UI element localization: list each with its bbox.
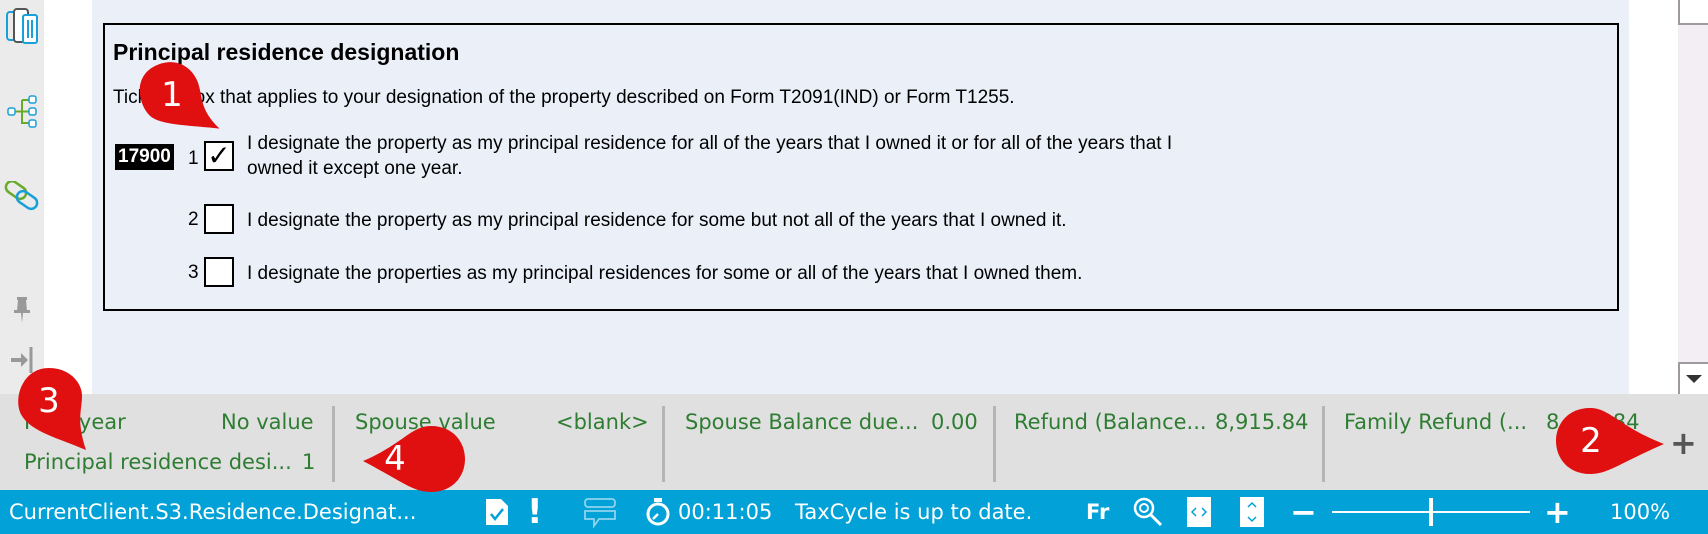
callout-number: 2	[1580, 421, 1602, 461]
option-1-text: I designate the property as my principal…	[247, 131, 1172, 181]
chat-icon[interactable]	[583, 490, 617, 534]
info-separator	[662, 406, 665, 482]
stopwatch-icon[interactable]	[644, 490, 672, 534]
callout-2: 2	[1556, 406, 1664, 476]
info-value: <blank>	[556, 410, 649, 434]
option-number: 1	[188, 148, 199, 169]
zoom-in-button[interactable]: +	[1544, 490, 1571, 534]
info-value: 1	[302, 450, 316, 474]
update-status[interactable]: TaxCycle is up to date.	[795, 490, 1032, 534]
principal-residence-section: Principal residence designation Tick the…	[103, 23, 1619, 311]
info-label[interactable]: Family Refund (...	[1344, 410, 1527, 434]
left-rail	[0, 0, 44, 394]
option-number: 2	[188, 209, 199, 230]
vertical-scrollbar[interactable]	[1678, 0, 1708, 394]
callout-number: 4	[384, 439, 406, 479]
scroll-down-button[interactable]	[1678, 362, 1708, 394]
callout-number: 1	[161, 75, 183, 115]
status-bar: CurrentClient.S3.Residence.Designat... !…	[0, 490, 1708, 534]
info-label[interactable]: Spouse Balance due...	[685, 410, 918, 434]
option-2-checkbox[interactable]	[204, 204, 234, 234]
option-1-text-line1: I designate the property as my principal…	[247, 133, 1173, 154]
link-icon[interactable]	[4, 178, 40, 214]
option-number: 3	[188, 262, 199, 283]
horizontal-fit-button[interactable]	[1187, 490, 1211, 534]
info-separator	[1322, 406, 1325, 482]
section-intro: Tick the box that applies to your design…	[113, 87, 1015, 108]
scroll-thumb[interactable]	[1678, 0, 1708, 25]
info-label[interactable]: Refund (Balance...	[1014, 410, 1207, 434]
option-1-checkbox[interactable]: ✓	[204, 141, 234, 171]
zoom-level: 100%	[1610, 500, 1671, 524]
callout-4: 4	[360, 424, 465, 494]
session-timer: 00:11:05	[678, 500, 773, 524]
info-separator	[993, 406, 996, 482]
info-separator	[332, 406, 335, 482]
zoom-slider-thumb[interactable]	[1429, 498, 1433, 526]
review-icon[interactable]	[484, 490, 510, 534]
vertical-fit-button[interactable]	[1240, 490, 1264, 534]
add-info-button[interactable]: +	[1670, 424, 1697, 462]
checkmark-icon: ✓	[207, 140, 231, 171]
tree-icon[interactable]	[4, 94, 40, 130]
search-icon[interactable]	[1132, 490, 1164, 534]
page-margin-left	[44, 0, 92, 394]
info-value: No value	[221, 410, 314, 434]
field-path[interactable]: CurrentClient.S3.Residence.Designat...	[9, 490, 416, 534]
language-toggle[interactable]: Fr	[1086, 490, 1109, 534]
info-value: 8,915.84	[1215, 410, 1309, 434]
callout-3: 3	[14, 366, 87, 450]
forms-icon[interactable]	[4, 8, 40, 44]
page-margin-right	[1629, 0, 1678, 394]
zoom-out-button[interactable]: −	[1290, 490, 1317, 534]
option-3-checkbox[interactable]	[204, 257, 234, 287]
option-3-text: I designate the properties as my princip…	[247, 263, 1083, 284]
info-panel: Prior year No value Principal residence …	[0, 394, 1708, 490]
info-value: 0.00	[931, 410, 978, 434]
option-2-text: I designate the property as my principal…	[247, 210, 1067, 231]
alert-icon[interactable]: !	[527, 490, 543, 534]
pin-icon[interactable]	[4, 292, 40, 328]
option-1-text-line2: owned it except one year.	[247, 158, 463, 179]
callout-number: 3	[38, 381, 60, 421]
callout-1: 1	[137, 60, 220, 130]
